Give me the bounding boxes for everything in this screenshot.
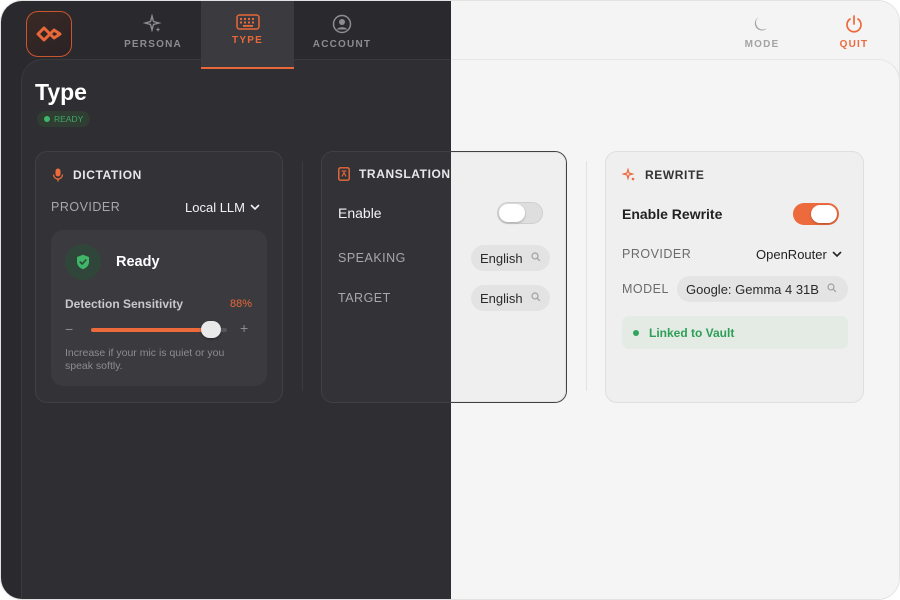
status-badge: READY: [37, 111, 91, 127]
vault-status-text: Linked to Vault: [649, 325, 735, 340]
target-language-value: English: [480, 290, 523, 306]
search-icon: [827, 282, 837, 296]
vault-status-banner: Linked to Vault: [622, 316, 848, 349]
app-window: PERSONA TYPE ACCOUNT MODE QUIT Type READ…: [0, 0, 900, 600]
sensitivity-slider-fill: [91, 328, 211, 332]
quit-label: QUIT: [839, 39, 869, 50]
sparkle-icon: [622, 168, 636, 182]
rewrite-provider-value: OpenRouter: [756, 247, 827, 262]
rewrite-provider-dropdown[interactable]: OpenRouter: [756, 247, 842, 262]
page-title: Type: [35, 79, 87, 105]
sensitivity-slider[interactable]: [91, 321, 227, 338]
shield-badge: [65, 244, 101, 280]
vault-status-dot: [633, 329, 639, 336]
toggle-knob: [499, 204, 525, 222]
translation-header: TRANSLATION: [338, 167, 451, 181]
translation-card: [321, 151, 567, 403]
tab-account-label: ACCOUNT: [312, 39, 372, 50]
moon-icon: [752, 14, 772, 34]
column-divider: [586, 161, 587, 391]
rewrite-model-select[interactable]: Google: Gemma 4 31B: [677, 276, 848, 302]
sensitivity-label: Detection Sensitivity: [65, 297, 184, 311]
sensitivity-decrease-button[interactable]: −: [65, 321, 73, 337]
user-circle-icon: [332, 14, 352, 34]
dictation-title: DICTATION: [73, 168, 142, 182]
target-language-select[interactable]: English: [471, 285, 550, 311]
rewrite-model-value: Google: Gemma 4 31B: [686, 281, 819, 297]
speaking-language-select[interactable]: English: [471, 245, 550, 271]
translation-title: TRANSLATION: [359, 167, 451, 181]
quit-button[interactable]: QUIT: [833, 1, 875, 69]
sensitivity-value: 88%: [230, 298, 253, 310]
rewrite-enable-label: Enable Rewrite: [622, 206, 723, 222]
tab-type[interactable]: TYPE: [201, 1, 294, 69]
translation-card-dark: [322, 152, 451, 402]
chevron-down-icon: [832, 251, 842, 258]
sensitivity-hint: Increase if your mic is quiet or you spe…: [65, 347, 225, 372]
target-label: TARGET: [338, 291, 391, 305]
translate-book-icon: [338, 167, 350, 181]
tab-persona-label: PERSONA: [124, 39, 182, 50]
rewrite-provider-label: PROVIDER: [622, 247, 692, 261]
toggle-knob: [811, 205, 837, 223]
dictation-provider-label: PROVIDER: [51, 200, 121, 214]
column-divider: [302, 161, 303, 391]
sensitivity-slider-thumb[interactable]: [200, 321, 221, 338]
infinity-logo-icon: [36, 26, 62, 42]
tab-type-label: TYPE: [232, 35, 263, 46]
translation-enable-toggle[interactable]: [497, 202, 543, 224]
status-dot: [44, 116, 50, 122]
dictation-provider-value: Local LLM: [185, 200, 245, 215]
dictation-provider-dropdown[interactable]: Local LLM: [185, 200, 260, 215]
search-icon: [531, 291, 541, 305]
power-icon: [844, 14, 864, 34]
sensitivity-increase-button[interactable]: +: [240, 320, 248, 336]
app-logo[interactable]: [26, 11, 72, 57]
shield-check-icon: [76, 254, 90, 270]
sparkle-icon: [143, 14, 163, 34]
microphone-icon: [52, 168, 64, 182]
speaking-language-value: English: [480, 250, 523, 266]
chevron-down-icon: [250, 204, 260, 211]
mode-toggle-button[interactable]: MODE: [739, 1, 785, 69]
speaking-label: SPEAKING: [338, 251, 406, 265]
tab-account[interactable]: ACCOUNT: [307, 1, 377, 69]
translation-enable-label: Enable: [338, 205, 382, 221]
mode-label: MODE: [744, 39, 780, 50]
search-icon: [531, 251, 541, 265]
rewrite-model-label: MODEL: [622, 282, 669, 296]
translation-card-light: [451, 152, 566, 402]
rewrite-title: REWRITE: [645, 168, 705, 182]
dictation-header: DICTATION: [52, 168, 142, 182]
status-badge-text: READY: [54, 114, 84, 124]
mic-status-text: Ready: [116, 254, 160, 270]
tab-persona[interactable]: PERSONA: [121, 1, 185, 69]
rewrite-header: REWRITE: [622, 168, 705, 182]
keyboard-icon: [235, 14, 260, 30]
rewrite-enable-toggle[interactable]: [793, 203, 839, 225]
